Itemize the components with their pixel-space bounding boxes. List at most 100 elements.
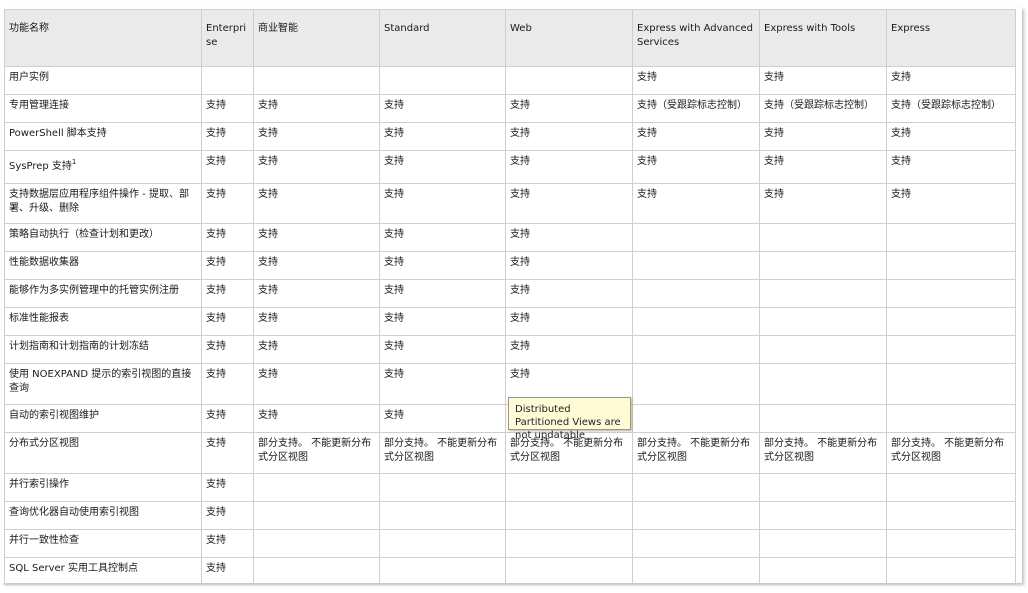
support-cell bbox=[759, 529, 887, 558]
support-cell: 支持 bbox=[201, 183, 254, 224]
support-cell: 支持 bbox=[379, 307, 506, 336]
support-cell: 支持 bbox=[201, 473, 254, 502]
support-cell: 部分支持。 不能更新分布式分区视图 bbox=[759, 432, 887, 474]
support-cell: 支持 bbox=[253, 94, 380, 123]
table-row: 查询优化器自动使用索引视图 支持 bbox=[4, 501, 1016, 530]
support-cell bbox=[632, 363, 760, 405]
support-cell bbox=[886, 501, 1016, 530]
support-cell: 支持 bbox=[379, 183, 506, 224]
feature-label: 策略自动执行（检查计划和更改） bbox=[9, 229, 159, 240]
feature-label: 自动的索引视图维护 bbox=[9, 410, 99, 421]
support-cell bbox=[759, 223, 887, 252]
feature-label: SysPrep 支持 bbox=[9, 161, 72, 172]
tooltip: Distributed Partitioned Views are not up… bbox=[508, 397, 631, 441]
support-cell: 支持 bbox=[201, 363, 254, 405]
feature-label: SQL Server 实用工具控制点 bbox=[9, 563, 138, 574]
support-cell: 支持 bbox=[632, 183, 760, 224]
support-cell bbox=[759, 335, 887, 364]
support-cell: 支持 bbox=[379, 94, 506, 123]
column-header: Enterprise bbox=[201, 9, 254, 67]
feature-comparison-table: 功能名称 Enterprise 商业智能 Standard Web Express wit… bbox=[4, 9, 1016, 585]
support-cell bbox=[886, 307, 1016, 336]
column-header: Web bbox=[505, 9, 633, 67]
support-cell: 部分支持。 不能更新分布式分区视图 bbox=[253, 432, 380, 474]
support-cell bbox=[253, 473, 380, 502]
support-cell: 支持 bbox=[379, 122, 506, 151]
support-cell: 支持 bbox=[759, 66, 887, 95]
feature-name: 查询优化器自动使用索引视图 bbox=[4, 501, 202, 530]
feature-name: 并行一致性检查 bbox=[4, 529, 202, 558]
support-cell: 部分支持。 不能更新分布式分区视图 bbox=[886, 432, 1016, 474]
support-cell: 支持 bbox=[632, 66, 760, 95]
support-cell: 支持 bbox=[505, 251, 633, 280]
support-cell: 支持 bbox=[759, 183, 887, 224]
support-cell: 支持 bbox=[201, 307, 254, 336]
support-cell: 支持 bbox=[201, 94, 254, 123]
support-cell bbox=[886, 529, 1016, 558]
support-cell bbox=[632, 279, 760, 308]
support-cell: 支持 bbox=[253, 150, 380, 184]
support-cell bbox=[759, 279, 887, 308]
feature-name: SQL Server 实用工具控制点 bbox=[4, 557, 202, 585]
column-header: Express bbox=[886, 9, 1016, 67]
table-row: 分布式分区视图 支持 部分支持。 不能更新分布式分区视图 部分支持。 不能更新分布式分… bbox=[4, 432, 1016, 474]
support-cell bbox=[759, 557, 887, 585]
support-cell: 支持 bbox=[253, 122, 380, 151]
table-row: 支持数据层应用程序组件操作 - 提取、部署、升级、删除 支持 支持 支持 支持 支持 支持支… bbox=[4, 183, 1016, 224]
feature-label: 支持数据层应用程序组件操作 - 提取、部署、升级、删除 bbox=[9, 189, 189, 214]
support-cell: 支持 bbox=[201, 150, 254, 184]
support-cell: 支持 bbox=[379, 335, 506, 364]
support-cell: 支持 bbox=[505, 335, 633, 364]
footnote-marker: 1 bbox=[71, 158, 77, 166]
support-cell: 支持 bbox=[886, 66, 1016, 95]
support-cell bbox=[632, 307, 760, 336]
support-cell: 支持 bbox=[505, 183, 633, 224]
feature-label: 并行索引操作 bbox=[9, 479, 69, 490]
support-cell: 支持 bbox=[253, 251, 380, 280]
support-cell: 支持 bbox=[886, 122, 1016, 151]
support-cell bbox=[886, 404, 1016, 433]
support-cell: 支持 bbox=[886, 183, 1016, 224]
support-cell: 支持 bbox=[253, 335, 380, 364]
table-row: 用户实例 支持 支持 支持 bbox=[4, 66, 1016, 95]
support-cell: 支持 bbox=[379, 404, 506, 433]
support-cell bbox=[759, 307, 887, 336]
support-cell: 支持 bbox=[253, 279, 380, 308]
support-cell: 支持 bbox=[632, 150, 760, 184]
table-row: 能够作为多实例管理中的托管实例注册 支持 支持 支持 支持 bbox=[4, 279, 1016, 308]
support-cell bbox=[379, 557, 506, 585]
support-cell: 支持 bbox=[632, 122, 760, 151]
column-header: 商业智能 bbox=[253, 9, 380, 67]
support-cell: 支持 bbox=[201, 251, 254, 280]
feature-name: SysPrep 支持1 bbox=[4, 150, 202, 184]
support-cell bbox=[886, 473, 1016, 502]
feature-name: 使用 NOEXPAND 提示的索引视图的直接查询 bbox=[4, 363, 202, 405]
support-cell: 支持 bbox=[759, 122, 887, 151]
support-cell: 支持 bbox=[886, 150, 1016, 184]
support-cell: 支持 bbox=[505, 150, 633, 184]
support-cell bbox=[632, 223, 760, 252]
feature-label: 用户实例 bbox=[9, 72, 49, 83]
support-cell bbox=[505, 473, 633, 502]
support-cell bbox=[632, 501, 760, 530]
support-cell bbox=[886, 335, 1016, 364]
support-cell bbox=[379, 529, 506, 558]
support-cell bbox=[759, 363, 887, 405]
support-cell bbox=[759, 501, 887, 530]
support-cell bbox=[886, 557, 1016, 585]
support-cell bbox=[632, 557, 760, 585]
support-cell: 支持 bbox=[201, 223, 254, 252]
support-cell bbox=[759, 404, 887, 433]
support-cell bbox=[632, 529, 760, 558]
table-row: 计划指南和计划指南的计划冻结 支持 支持 支持 支持 bbox=[4, 335, 1016, 364]
support-cell: 支持 bbox=[505, 223, 633, 252]
column-header: 功能名称 bbox=[4, 9, 202, 67]
support-cell: 支持 bbox=[253, 223, 380, 252]
feature-label: 计划指南和计划指南的计划冻结 bbox=[9, 341, 149, 352]
support-cell: 支持 bbox=[201, 529, 254, 558]
support-cell: 支持 bbox=[201, 501, 254, 530]
feature-name: 支持数据层应用程序组件操作 - 提取、部署、升级、删除 bbox=[4, 183, 202, 224]
feature-label: 查询优化器自动使用索引视图 bbox=[9, 507, 139, 518]
support-cell: 支持 bbox=[379, 363, 506, 405]
table-row: SQL Server 实用工具控制点 支持 bbox=[4, 557, 1016, 585]
